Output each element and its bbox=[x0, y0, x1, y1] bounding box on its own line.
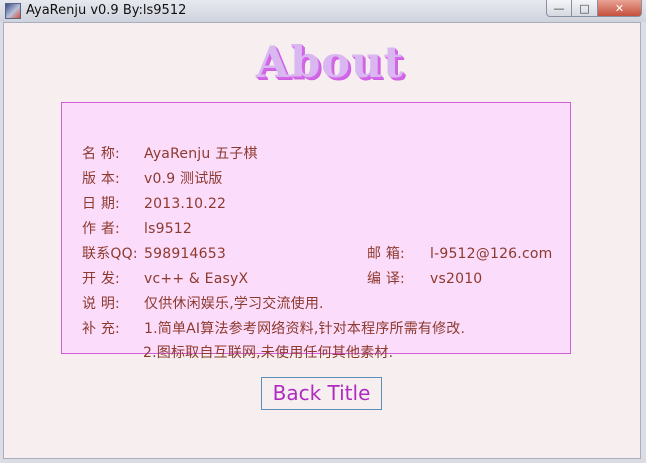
info-row-desc: 说 明: 仅供休闲娱乐,学习交流使用. bbox=[62, 293, 570, 315]
window-titlebar[interactable]: AyaRenju v0.9 By:ls9512 — □ ✕ bbox=[0, 0, 646, 22]
extra-label: 补 充: bbox=[82, 321, 120, 337]
window-controls: — □ ✕ bbox=[546, 0, 642, 18]
version-value: v0.9 测试版 bbox=[144, 171, 223, 187]
dev-value: vc++ & EasyX bbox=[144, 271, 249, 287]
about-heading: About bbox=[255, 38, 405, 88]
info-row-date: 日 期: 2013.10.22 bbox=[62, 193, 570, 215]
close-button[interactable]: ✕ bbox=[598, 0, 642, 17]
info-row-author: 作 者: ls9512 bbox=[62, 218, 570, 240]
window-title: AyaRenju v0.9 By:ls9512 bbox=[26, 3, 187, 18]
info-row-contact: 联系QQ: 598914653 邮 箱: l-9512@126.com bbox=[62, 243, 570, 265]
compile-value: vs2010 bbox=[430, 271, 483, 287]
info-panel: 名 称: AyaRenju 五子棋 版 本: v0.9 测试版 日 期: 201… bbox=[61, 102, 571, 354]
compile-label: 编 译: bbox=[367, 271, 405, 287]
email-value: l-9512@126.com bbox=[430, 246, 553, 262]
name-value: AyaRenju 五子棋 bbox=[144, 146, 258, 162]
name-label: 名 称: bbox=[82, 146, 120, 162]
app-icon bbox=[5, 3, 21, 19]
date-value: 2013.10.22 bbox=[144, 196, 227, 212]
info-row-extra-2: 2.图标取自互联网,未使用任何其他素材. bbox=[61, 342, 569, 364]
info-row-dev: 开 发: vc++ & EasyX 编 译: vs2010 bbox=[62, 268, 570, 290]
maximize-button[interactable]: □ bbox=[572, 0, 598, 17]
info-row-name: 名 称: AyaRenju 五子棋 bbox=[62, 143, 570, 165]
email-label: 邮 箱: bbox=[367, 246, 405, 262]
extra-line-2: 2.图标取自互联网,未使用任何其他素材. bbox=[143, 345, 394, 361]
info-row-version: 版 本: v0.9 测试版 bbox=[62, 168, 570, 190]
desc-label: 说 明: bbox=[82, 296, 120, 312]
qq-value: 598914653 bbox=[144, 246, 226, 262]
author-label: 作 者: bbox=[82, 221, 120, 237]
back-title-button[interactable]: Back Title bbox=[261, 377, 382, 410]
desc-value: 仅供休闲娱乐,学习交流使用. bbox=[144, 296, 324, 312]
qq-label: 联系QQ: bbox=[82, 246, 138, 262]
info-row-extra: 补 充: 1.简单AI算法参考网络资料,针对本程序所需有修改. bbox=[62, 318, 570, 340]
date-label: 日 期: bbox=[82, 196, 120, 212]
dev-label: 开 发: bbox=[82, 271, 120, 287]
minimize-icon: — bbox=[553, 1, 565, 15]
version-label: 版 本: bbox=[82, 171, 120, 187]
maximize-icon: □ bbox=[579, 1, 590, 15]
author-value: ls9512 bbox=[144, 221, 193, 237]
extra-line-1: 1.简单AI算法参考网络资料,针对本程序所需有修改. bbox=[144, 321, 466, 337]
close-icon: ✕ bbox=[614, 1, 625, 15]
minimize-button[interactable]: — bbox=[546, 0, 572, 17]
